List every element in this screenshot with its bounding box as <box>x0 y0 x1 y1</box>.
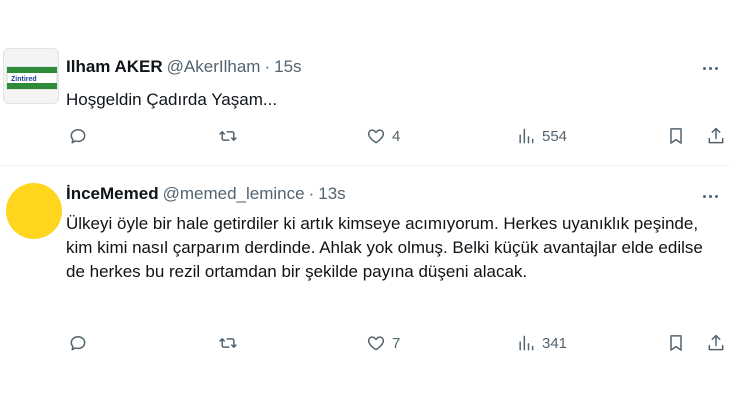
action-bar: 4 554 <box>66 126 726 150</box>
like-count: 7 <box>392 334 401 352</box>
more-icon[interactable] <box>700 186 720 206</box>
views-icon <box>519 128 534 144</box>
bookmark-icon <box>670 128 682 144</box>
view-count: 341 <box>542 334 568 352</box>
tweet-header: İnceMemed @memed_lemince · 13s <box>66 184 346 204</box>
avatar[interactable] <box>6 183 62 239</box>
tweet-2[interactable] <box>0 167 730 420</box>
retweet-icon <box>219 131 237 141</box>
views-icon <box>519 335 534 351</box>
action-bar: 7 341 <box>66 333 726 357</box>
bookmark-button[interactable] <box>666 126 686 146</box>
retweet-icon <box>219 338 237 348</box>
author-handle[interactable]: @AkerIlham <box>167 57 261 77</box>
like-icon <box>367 336 385 351</box>
like-icon <box>367 129 385 144</box>
more-icon[interactable] <box>700 58 720 78</box>
views-button[interactable]: 341 <box>516 333 567 353</box>
author-name[interactable]: İnceMemed <box>66 184 159 204</box>
separator-dot: · <box>264 57 271 76</box>
bookmark-button[interactable] <box>666 333 686 353</box>
share-button[interactable] <box>706 333 726 353</box>
timestamp[interactable]: 15s <box>274 57 301 77</box>
view-count: 554 <box>542 127 568 145</box>
avatar-product-label: Zintired <box>11 76 37 83</box>
separator-dot: · <box>308 184 315 203</box>
like-count: 4 <box>392 127 401 145</box>
reply-icon <box>70 336 86 351</box>
share-icon <box>708 334 724 351</box>
tweet-header: Ilham AKER @AkerIlham · 15s <box>66 57 302 77</box>
author-handle[interactable]: @memed_lemince <box>163 184 305 204</box>
share-icon <box>708 127 724 144</box>
bookmark-icon <box>670 335 682 351</box>
tweet-text: Hoşgeldin Çadırda Yaşam... <box>66 90 278 109</box>
tweet-1[interactable]: Zintired Ilham AKER @AkerIlham · 15s Hoş… <box>0 0 730 166</box>
tweet-text: Ülkeyi öyle bir hale getirdiler ki artık… <box>66 214 703 281</box>
reply-button[interactable] <box>68 333 94 353</box>
like-button[interactable]: 4 <box>366 126 400 146</box>
share-button[interactable] <box>706 126 726 146</box>
views-button[interactable]: 554 <box>516 126 567 146</box>
reply-button[interactable] <box>68 126 94 146</box>
retweet-button[interactable] <box>218 126 244 146</box>
avatar-product-box-image: Zintired <box>6 66 58 90</box>
reply-icon <box>70 129 86 144</box>
avatar[interactable]: Zintired <box>3 48 59 104</box>
timestamp[interactable]: 13s <box>318 184 345 204</box>
like-button[interactable]: 7 <box>366 333 400 353</box>
retweet-button[interactable] <box>218 333 244 353</box>
author-name[interactable]: Ilham AKER <box>66 57 163 77</box>
